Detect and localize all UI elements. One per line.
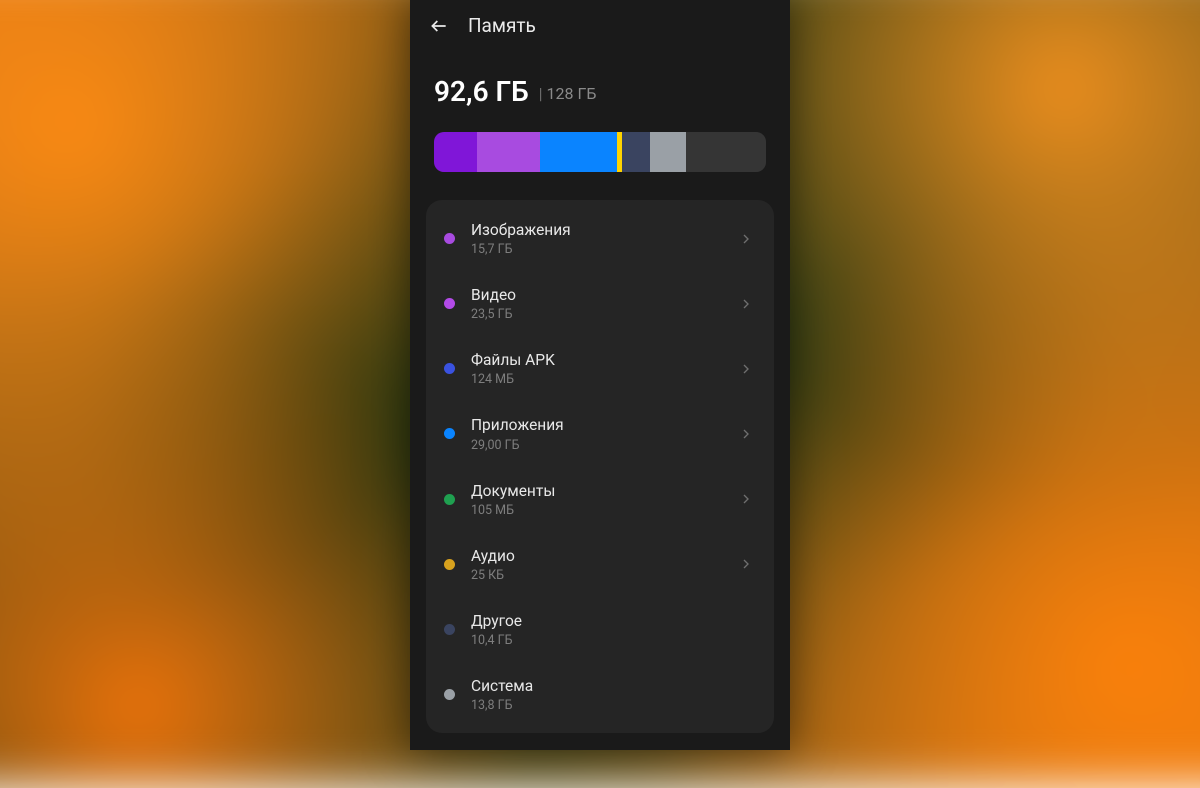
category-label: Приложения bbox=[471, 415, 738, 435]
category-size: 23,5 ГБ bbox=[471, 307, 738, 322]
category-size: 29,00 ГБ bbox=[471, 438, 738, 453]
category-row: Система 13,8 ГБ bbox=[426, 662, 774, 727]
category-size: 13,8 ГБ bbox=[471, 698, 754, 713]
chevron-right-icon bbox=[738, 426, 754, 442]
category-size: 124 МБ bbox=[471, 372, 738, 387]
category-row[interactable]: Изображения 15,7 ГБ bbox=[426, 206, 774, 271]
category-size: 10,4 ГБ bbox=[471, 633, 754, 648]
category-row[interactable]: Документы 105 МБ bbox=[426, 467, 774, 532]
header: Память bbox=[410, 0, 790, 45]
usage-bar-segment bbox=[540, 132, 616, 172]
category-text: Система 13,8 ГБ bbox=[471, 676, 754, 713]
category-label: Файлы APK bbox=[471, 350, 738, 370]
category-label: Видео bbox=[471, 285, 738, 305]
chevron-right-icon bbox=[738, 491, 754, 507]
arrow-left-icon bbox=[429, 16, 449, 36]
chevron-right-icon bbox=[738, 296, 754, 312]
category-label: Другое bbox=[471, 611, 754, 631]
category-label: Изображения bbox=[471, 220, 738, 240]
category-text: Другое 10,4 ГБ bbox=[471, 611, 754, 648]
chevron-right-icon bbox=[738, 361, 754, 377]
category-row[interactable]: Файлы APK 124 МБ bbox=[426, 336, 774, 401]
category-text: Изображения 15,7 ГБ bbox=[471, 220, 738, 257]
category-text: Аудио 25 КБ bbox=[471, 546, 738, 583]
total-space: 128 ГБ bbox=[539, 84, 597, 103]
storage-settings-screen: Память 92,6 ГБ 128 ГБ Изображения 15,7 ГБ… bbox=[410, 0, 790, 750]
usage-bar-segment bbox=[686, 132, 766, 172]
category-color-dot bbox=[444, 689, 455, 700]
category-text: Приложения 29,00 ГБ bbox=[471, 415, 738, 452]
category-color-dot bbox=[444, 494, 455, 505]
category-color-dot bbox=[444, 559, 455, 570]
used-space: 92,6 ГБ bbox=[434, 75, 529, 108]
usage-bar-segment bbox=[477, 132, 540, 172]
usage-bar-segment bbox=[650, 132, 687, 172]
chevron-right-icon bbox=[738, 231, 754, 247]
category-text: Файлы APK 124 МБ bbox=[471, 350, 738, 387]
category-text: Документы 105 МБ bbox=[471, 481, 738, 518]
category-text: Видео 23,5 ГБ bbox=[471, 285, 738, 322]
storage-usage-bar bbox=[434, 132, 766, 172]
category-label: Система bbox=[471, 676, 754, 696]
usage-bar-segment bbox=[434, 132, 477, 172]
category-label: Документы bbox=[471, 481, 738, 501]
page-title: Память bbox=[468, 14, 536, 37]
category-row[interactable]: Аудио 25 КБ bbox=[426, 532, 774, 597]
back-button[interactable] bbox=[428, 15, 450, 37]
category-color-dot bbox=[444, 363, 455, 374]
category-size: 25 КБ bbox=[471, 568, 738, 583]
category-row[interactable]: Приложения 29,00 ГБ bbox=[426, 401, 774, 466]
category-size: 105 МБ bbox=[471, 503, 738, 518]
storage-summary: 92,6 ГБ 128 ГБ bbox=[410, 45, 790, 118]
category-color-dot bbox=[444, 298, 455, 309]
category-label: Аудио bbox=[471, 546, 738, 566]
usage-bar-segment bbox=[622, 132, 650, 172]
categories-card: Изображения 15,7 ГБ Видео 23,5 ГБ Файлы APK 1… bbox=[426, 200, 774, 733]
category-row: Другое 10,4 ГБ bbox=[426, 597, 774, 662]
category-row[interactable]: Видео 23,5 ГБ bbox=[426, 271, 774, 336]
category-color-dot bbox=[444, 624, 455, 635]
chevron-right-icon bbox=[738, 556, 754, 572]
category-color-dot bbox=[444, 233, 455, 244]
category-size: 15,7 ГБ bbox=[471, 242, 738, 257]
category-color-dot bbox=[444, 428, 455, 439]
